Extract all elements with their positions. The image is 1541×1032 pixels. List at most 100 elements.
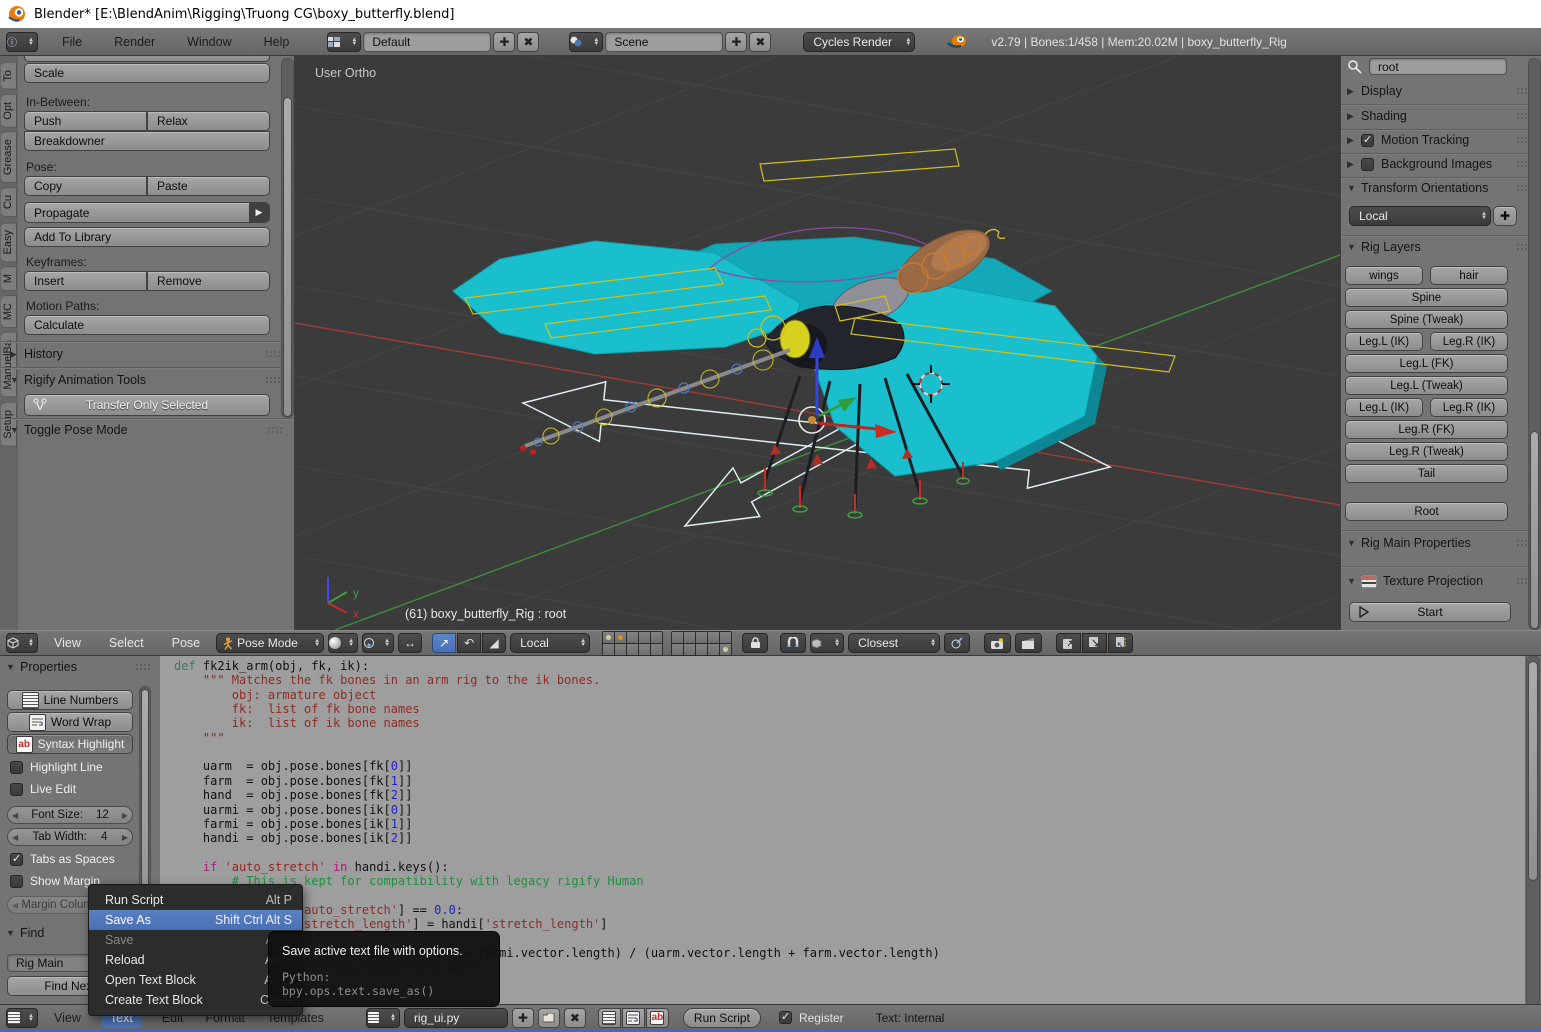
render-opengl-button[interactable] (984, 633, 1011, 653)
panel-grip[interactable] (135, 663, 152, 672)
add-orientation-button[interactable]: ✚ (1493, 206, 1517, 226)
screen-layout-selector[interactable]: ▲▼ (327, 32, 361, 52)
layer-toggle[interactable] (684, 644, 695, 655)
remove-keyframe-button[interactable]: Remove (147, 271, 270, 291)
shading-panel-header[interactable]: ▶Shading (1347, 109, 1533, 123)
pivot-point-selector[interactable]: ▲▼ (362, 633, 394, 653)
layer-toggle[interactable] (639, 644, 650, 655)
pivot-align-toggle[interactable]: ↔ (398, 633, 422, 653)
rig-main-properties-panel-header[interactable]: ▼Rig Main Properties (1347, 536, 1533, 550)
layer-toggle[interactable] (615, 632, 626, 643)
toolshelf-tab-to[interactable]: To (1, 62, 17, 90)
breakdowner-button[interactable]: Breakdowner (24, 131, 270, 151)
mode-selector[interactable]: Pose Mode ▲▼ (216, 633, 324, 653)
bone-name-field[interactable]: root (1369, 58, 1507, 75)
menu-render[interactable]: Render (112, 32, 157, 52)
run-script-button[interactable]: Run Script (683, 1008, 761, 1028)
add-layout-button[interactable]: ✚ (493, 32, 515, 52)
properties-panel-header[interactable]: ▼Properties (6, 660, 152, 674)
layers-grid-1[interactable] (602, 631, 663, 656)
transform-orientation-select[interactable]: Local ▲▼ (510, 633, 590, 653)
transfer-only-selected-button[interactable]: Transfer Only Selected (24, 394, 270, 416)
register-row[interactable]: Register (779, 1011, 844, 1025)
layer-toggle[interactable] (708, 644, 719, 655)
layer-toggle[interactable] (651, 644, 662, 655)
proportional-edit-button[interactable] (944, 633, 970, 653)
panel-grip[interactable] (267, 426, 284, 435)
display-panel-header[interactable]: ▶Display (1347, 84, 1533, 98)
layer-toggle[interactable] (708, 632, 719, 643)
text-name-field[interactable]: rig_ui.py (404, 1008, 508, 1028)
layer-toggle[interactable] (696, 644, 707, 655)
rig-layer-leg-r-fk[interactable]: Leg.R (FK) (1345, 420, 1508, 439)
rig-layer-leg-l-ik[interactable]: Leg.L (IK) (1345, 398, 1423, 417)
menu-pose[interactable]: Pose (170, 633, 203, 653)
live-edit-checkbox[interactable] (10, 783, 23, 796)
paste-flipped-pose-button[interactable] (1108, 633, 1133, 653)
orientation-select[interactable]: Local▲▼ (1349, 206, 1491, 226)
code-scrollbar[interactable] (1526, 656, 1540, 1006)
start-button[interactable]: Start (1349, 602, 1511, 622)
tab-width-slider[interactable]: ◀Tab Width:4▶ (7, 828, 133, 846)
add-to-library-button[interactable]: Add To Library (24, 227, 270, 247)
menu-view[interactable]: View (52, 633, 83, 653)
open-text-button[interactable] (538, 1008, 560, 1028)
line-numbers-toggle[interactable] (598, 1008, 621, 1028)
layer-toggle[interactable] (627, 644, 638, 655)
viewport-3d[interactable]: y x User Ortho (61) boxy_butterfly_Rig :… (295, 56, 1340, 630)
layers-grid-2[interactable] (671, 631, 732, 656)
toolshelf-tab-easy[interactable]: Easy (1, 222, 17, 262)
toolshelf-tab-grease[interactable]: Grease (1, 131, 17, 183)
toolshelf-tab-m[interactable]: M (1, 266, 17, 291)
layer-toggle[interactable] (684, 632, 695, 643)
motion-tracking-panel-header[interactable]: ▶Motion Tracking (1347, 133, 1533, 147)
layer-toggle[interactable] (696, 632, 707, 643)
history-panel-header[interactable]: ▶ History (10, 346, 282, 362)
toolshelf-tab-cu[interactable]: Cu (1, 187, 17, 217)
text-datablock-selector[interactable]: ▲▼ (366, 1008, 400, 1028)
insert-keyframe-button[interactable]: Insert (24, 271, 147, 291)
viewport-shading-selector[interactable]: ▲▼ (328, 633, 358, 653)
rig-layer-leg-l-fk[interactable]: Leg.L (FK) (1345, 354, 1508, 373)
live-edit-row[interactable]: Live Edit (10, 782, 76, 796)
syntax-highlight-toggle[interactable]: ab (646, 1008, 669, 1028)
layer-toggle[interactable] (672, 632, 683, 643)
font-size-slider[interactable]: ◀Font Size:12▶ (7, 806, 133, 824)
screen-layout-name-field[interactable]: Default (363, 32, 491, 52)
scene-name-field[interactable]: Scene (605, 32, 723, 52)
panel-grip[interactable] (265, 350, 282, 359)
rig-layers-panel-header[interactable]: ▼Rig Layers (1347, 240, 1533, 254)
toolshelf-tab-mc[interactable]: MC (1, 295, 17, 328)
new-text-button[interactable]: ✚ (512, 1008, 534, 1028)
layer-toggle[interactable] (603, 644, 614, 655)
tabs-as-spaces-checkbox[interactable] (10, 853, 23, 866)
show-margin-row[interactable]: Show Margin (10, 874, 100, 888)
rig-layer-leg-l-ik[interactable]: Leg.L (IK) (1345, 332, 1423, 351)
close-layout-button[interactable]: ✖ (517, 32, 539, 52)
layer-toggle[interactable] (639, 632, 650, 643)
background-images-panel-header[interactable]: ▶Background Images (1347, 157, 1533, 171)
rotate-button[interactable]: Rotate (24, 56, 270, 62)
syntax-highlight-toggle[interactable]: abSyntax Highlight (7, 734, 133, 754)
tool-shelf-scrollbar[interactable] (281, 58, 294, 418)
editor-type-selector[interactable]: ⓘ ▲▼ (6, 32, 38, 52)
copy-pose-button[interactable] (1056, 633, 1081, 653)
scale-button[interactable]: Scale (24, 63, 270, 83)
snap-target-select[interactable]: Closest ▲▼ (848, 633, 940, 653)
rotate-manipulator-button[interactable]: ↶ (457, 633, 481, 653)
panel-grip[interactable] (265, 376, 282, 385)
editor-type-selector[interactable]: ▲▼ (6, 1008, 38, 1028)
layer-toggle[interactable] (603, 632, 614, 643)
layer-toggle[interactable] (720, 644, 731, 655)
pin-icon[interactable] (1347, 59, 1363, 75)
paste-pose-button[interactable] (1082, 633, 1107, 653)
scale-manipulator-button[interactable]: ◢ (482, 633, 506, 653)
highlight-line-row[interactable]: Highlight Line (10, 760, 103, 774)
propagate-submenu-arrow[interactable]: ▶ (249, 203, 269, 222)
menu-view[interactable]: View (52, 1008, 83, 1028)
menu-help[interactable]: Help (262, 32, 292, 52)
menu-item-save-as[interactable]: Save AsShift Ctrl Alt S (89, 910, 302, 930)
layer-toggle[interactable] (615, 644, 626, 655)
rig-layer-wings[interactable]: wings (1345, 266, 1423, 285)
menu-select[interactable]: Select (107, 633, 146, 653)
